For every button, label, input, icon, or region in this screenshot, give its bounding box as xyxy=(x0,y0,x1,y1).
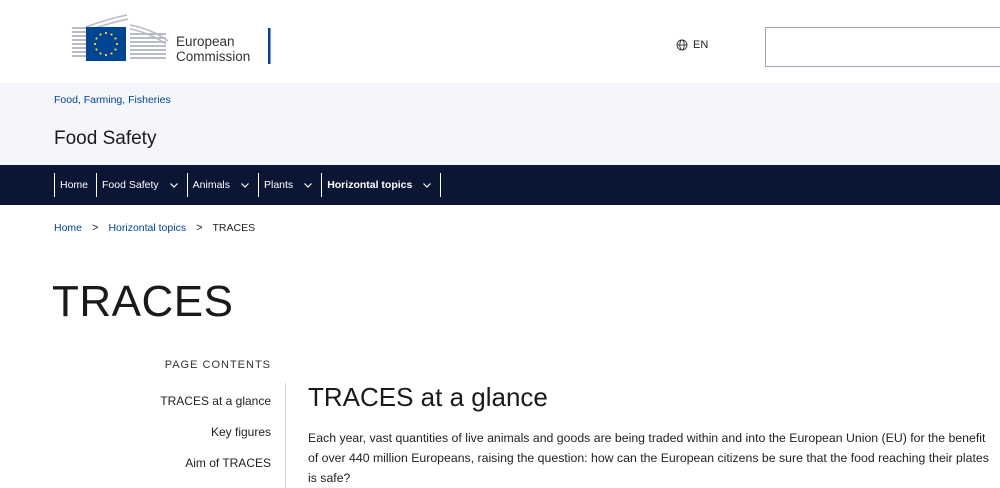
nav-item-home[interactable]: Home xyxy=(54,173,96,197)
nav-item-plants[interactable]: Plants xyxy=(258,173,321,197)
breadcrumb-current: TRACES xyxy=(212,222,256,234)
breadcrumb: Home > Horizontal topics > TRACES xyxy=(54,222,255,234)
logo-accent-bar xyxy=(268,28,271,64)
chevron-right-icon: > xyxy=(92,222,99,234)
nav-item-label: Home xyxy=(60,179,89,191)
breadcrumb-link-home[interactable]: Home xyxy=(54,222,82,234)
chevron-down-icon xyxy=(422,180,432,190)
nav-item-food-safety[interactable]: Food Safety xyxy=(96,173,187,197)
language-label: EN xyxy=(693,39,709,51)
chevron-down-icon xyxy=(303,180,313,190)
site-header: European Commission EN xyxy=(0,0,1000,83)
page-contents-heading: PAGE CONTENTS xyxy=(164,359,271,371)
search-input[interactable] xyxy=(765,27,1000,67)
site-title[interactable]: Food Safety xyxy=(54,128,156,150)
globe-icon xyxy=(676,39,688,51)
section-body: Each year, vast quantities of live anima… xyxy=(308,431,989,485)
european-commission-logo[interactable]: European Commission xyxy=(72,13,272,65)
logo-text-line2: Commission xyxy=(176,49,250,64)
toc-item-key-figures[interactable]: Key figures xyxy=(120,422,271,453)
main-navigation: Home Food Safety Animals Plants Horizont… xyxy=(0,165,1000,205)
chevron-right-icon: > xyxy=(196,222,203,234)
logo-building-icon xyxy=(72,14,169,61)
page-contents-list: TRACES at a glance Key figures Aim of TR… xyxy=(120,391,271,484)
page-contents-divider xyxy=(285,383,286,488)
site-context-link[interactable]: Food, Farming, Fisheries xyxy=(54,94,171,106)
chevron-down-icon xyxy=(169,180,179,190)
nav-item-label: Food Safety xyxy=(102,179,159,191)
page-title: TRACES xyxy=(52,277,234,326)
logo-text-line1: European xyxy=(176,34,235,49)
chevron-down-icon xyxy=(240,180,250,190)
breadcrumb-link-horizontal-topics[interactable]: Horizontal topics xyxy=(108,222,186,234)
nav-item-label: Plants xyxy=(264,179,294,191)
toc-item-traces-at-a-glance[interactable]: TRACES at a glance xyxy=(120,391,271,422)
nav-item-horizontal-topics[interactable]: Horizontal topics xyxy=(321,173,442,197)
section-title: TRACES at a glance xyxy=(308,382,548,412)
nav-item-label: Horizontal topics xyxy=(327,179,413,191)
nav-item-animals[interactable]: Animals xyxy=(186,173,258,197)
language-selector[interactable]: EN xyxy=(676,39,708,51)
toc-item-aim-of-traces[interactable]: Aim of TRACES xyxy=(120,453,271,484)
nav-item-label: Animals xyxy=(192,179,230,191)
